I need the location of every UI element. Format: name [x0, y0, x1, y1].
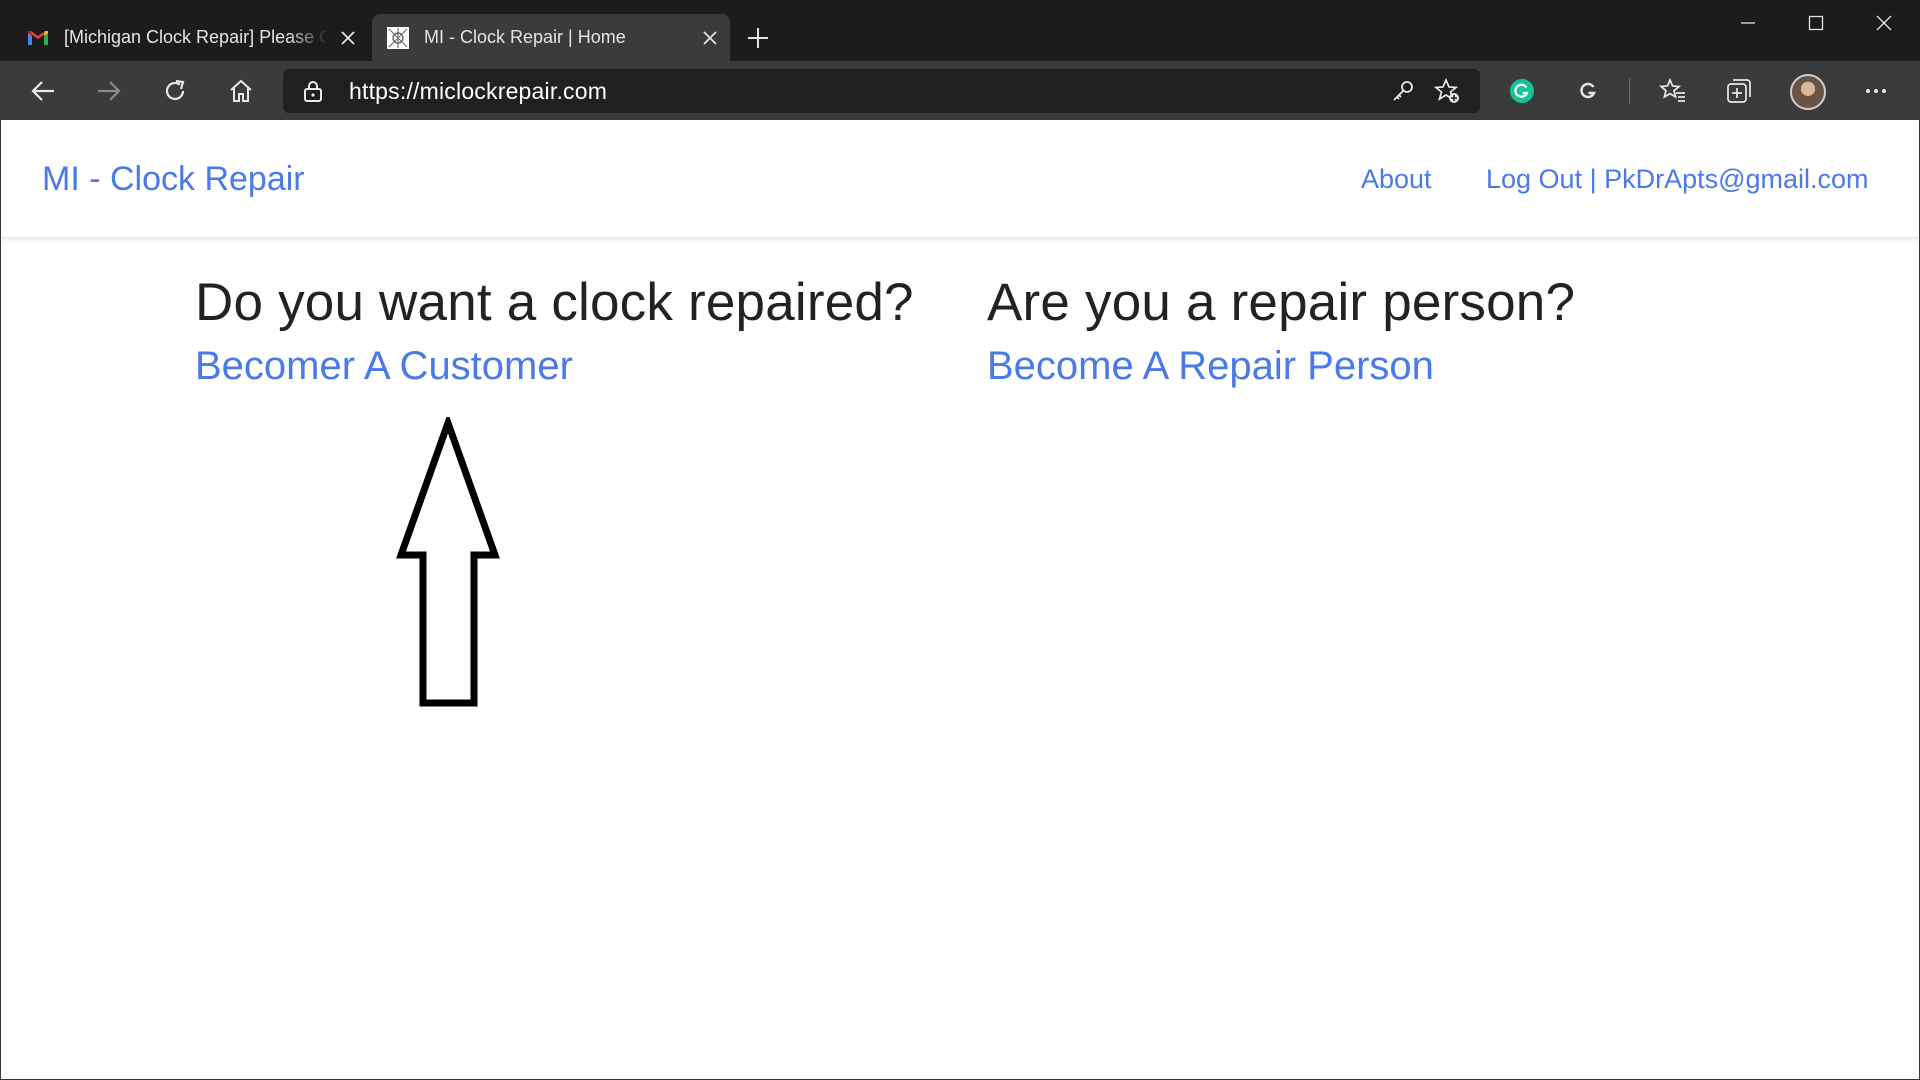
close-icon — [1876, 15, 1892, 31]
back-arrow-icon — [31, 81, 54, 101]
lock-icon — [304, 81, 322, 102]
back-button[interactable] — [20, 68, 66, 114]
web-page: MI - Clock Repair About Log Out | PkDrAp… — [0, 120, 1920, 1080]
browser-window: [Michigan Clock Repair] Please Confirm M… — [0, 0, 1920, 120]
grammarly-icon — [1510, 79, 1534, 103]
site-favicon — [387, 26, 409, 49]
site-navbar: MI - Clock Repair About Log Out | PkDrAp… — [1, 120, 1919, 238]
plus-icon — [748, 28, 768, 48]
home-icon — [230, 79, 252, 102]
tab-title: MI - Clock Repair | Home — [424, 27, 626, 47]
settings-menu-button[interactable] — [1853, 68, 1899, 114]
profile-avatar[interactable] — [1790, 74, 1826, 110]
minimize-icon — [1741, 22, 1755, 24]
repair-person-heading: Are you a repair person? — [987, 273, 1576, 332]
gmail-icon — [28, 30, 48, 45]
password-key-icon[interactable] — [1389, 77, 1417, 105]
grammarly-g-icon — [1580, 82, 1596, 99]
more-options-icon — [1866, 89, 1886, 93]
new-tab-button[interactable] — [738, 18, 778, 58]
add-favorite-icon[interactable] — [1433, 77, 1461, 105]
address-bar[interactable]: https://miclockrepair.com — [283, 69, 1480, 113]
become-repair-person-link[interactable]: Become A Repair Person — [987, 344, 1434, 389]
url-text: https://miclockrepair.com — [349, 78, 608, 104]
toolbar-separator — [1629, 78, 1630, 104]
forward-arrow-icon — [98, 81, 121, 101]
grammarly-extension-button[interactable] — [1499, 68, 1545, 114]
collections-button[interactable] — [1716, 68, 1762, 114]
close-tab-icon[interactable] — [690, 18, 730, 58]
maximize-icon — [1808, 15, 1824, 31]
minimize-button[interactable] — [1714, 0, 1782, 46]
become-customer-link[interactable]: Becomer A Customer — [195, 344, 573, 389]
tab-active[interactable]: MI - Clock Repair | Home — [372, 14, 730, 61]
tab-strip: [Michigan Clock Repair] Please Confirm M… — [0, 0, 1920, 61]
refresh-button[interactable] — [152, 68, 198, 114]
up-arrow-annotation-icon — [396, 417, 500, 707]
grammarly-g-extension-button[interactable] — [1565, 68, 1611, 114]
favorites-button[interactable] — [1650, 68, 1696, 114]
about-link[interactable]: About — [1361, 164, 1432, 195]
logout-account-link[interactable]: Log Out | PkDrApts@gmail.com — [1486, 164, 1869, 195]
site-brand-link[interactable]: MI - Clock Repair — [42, 160, 305, 199]
forward-button[interactable] — [86, 68, 132, 114]
browser-toolbar: https://miclockrepair.com — [0, 61, 1920, 120]
tab-gmail[interactable]: [Michigan Clock Repair] Please Confirm — [12, 14, 368, 61]
close-tab-icon[interactable] — [328, 18, 368, 58]
tab-title: [Michigan Clock Repair] Please Confirm — [64, 27, 328, 47]
collections-icon — [1727, 79, 1751, 103]
favorites-icon — [1659, 77, 1685, 102]
maximize-button[interactable] — [1782, 0, 1850, 46]
home-button[interactable] — [218, 68, 264, 114]
refresh-icon — [165, 79, 185, 100]
close-window-button[interactable] — [1850, 0, 1918, 46]
customer-heading: Do you want a clock repaired? — [195, 273, 914, 332]
